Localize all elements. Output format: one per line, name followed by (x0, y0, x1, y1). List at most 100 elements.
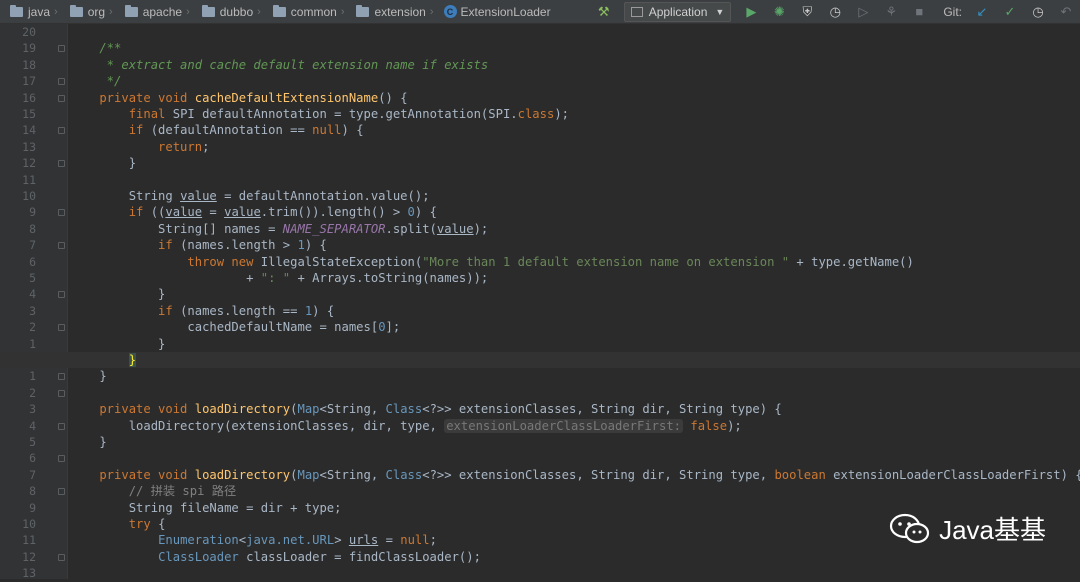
code-line[interactable]: 7 private void loadDirectory(Map<String,… (0, 467, 1080, 483)
code-line[interactable]: 9 if ((value = value.trim()).length() > … (0, 204, 1080, 220)
code-line[interactable]: 13 (0, 565, 1080, 581)
code-line[interactable]: 3 if (names.length == 1) { (0, 303, 1080, 319)
code-line[interactable]: 5 } (0, 434, 1080, 450)
breadcrumb-label: org (88, 5, 105, 19)
code-token: if (70, 238, 180, 252)
code-token: Map (297, 402, 319, 416)
code-line[interactable]: } (0, 352, 1080, 368)
code-line[interactable]: 7 if (names.length > 1) { (0, 237, 1080, 253)
code-token: <?>> extensionClasses, String dir, Strin… (422, 468, 774, 482)
code-token: java.net.URL (246, 533, 334, 547)
code-line[interactable]: 10 String value = defaultAnnotation.valu… (0, 188, 1080, 204)
breadcrumb-item-apache[interactable]: apache› (115, 0, 192, 24)
breadcrumb-label: extension (374, 5, 425, 19)
code-token: (names)); (422, 271, 488, 285)
git-history-icon[interactable]: ◷ (1024, 4, 1052, 20)
run-configuration-label: Application (649, 5, 708, 19)
line-number: 7 (0, 237, 36, 253)
code-line[interactable]: 16 private void cacheDefaultExtensionNam… (0, 90, 1080, 106)
code-token: "More than 1 default extension name on e… (422, 255, 789, 269)
code-token: ) { (342, 123, 364, 137)
stop-icon[interactable]: ■ (905, 4, 933, 19)
code-line[interactable]: 20 (0, 24, 1080, 40)
code-line[interactable]: 13 return; (0, 139, 1080, 155)
git-commit-icon[interactable]: ✓ (996, 4, 1024, 20)
run-icon[interactable]: ▶ (737, 4, 765, 20)
code-token: = (378, 533, 400, 547)
code-line[interactable]: 3 private void loadDirectory(Map<String,… (0, 401, 1080, 417)
code-token: toString (364, 271, 423, 285)
git-rollback-icon[interactable]: ↶ (1052, 4, 1080, 20)
run-configuration-select[interactable]: Application ▼ (624, 2, 732, 22)
application-icon (631, 7, 643, 17)
code-text: /** (70, 40, 121, 56)
line-number: 4 (0, 418, 36, 434)
code-token: { (158, 517, 165, 531)
debug-icon[interactable]: ✺ (765, 4, 793, 20)
chevron-down-icon: ▼ (715, 7, 724, 17)
run-disabled-icon[interactable]: ▷ (849, 4, 877, 20)
code-line[interactable]: 15 final SPI defaultAnnotation = type.ge… (0, 106, 1080, 122)
attach-debugger-icon[interactable]: ⚘ (877, 4, 905, 20)
code-line[interactable]: 17 */ (0, 73, 1080, 89)
code-token: urls (349, 533, 378, 547)
breadcrumb-item-class[interactable]: C ExtensionLoader (436, 0, 553, 24)
line-number: 18 (0, 57, 36, 73)
breadcrumb-item-common[interactable]: common› (263, 0, 347, 24)
code-token: } (70, 156, 136, 170)
breadcrumb-item-extension[interactable]: extension› (346, 0, 435, 24)
code-text: private void loadDirectory(Map<String, C… (70, 401, 782, 417)
code-line[interactable]: 1 } (0, 368, 1080, 384)
profile-icon[interactable]: ◷ (821, 4, 849, 20)
build-hammer-icon[interactable]: ⚒ (590, 4, 618, 20)
code-token: boolean (774, 468, 833, 482)
code-editor[interactable]: 2019 /**18 * extract and cache default e… (0, 24, 1080, 579)
code-line[interactable]: 11 (0, 172, 1080, 188)
code-line[interactable]: 6 (0, 450, 1080, 466)
breadcrumb-label: java (28, 5, 50, 19)
folder-icon (273, 7, 286, 17)
code-line[interactable]: 12 ClassLoader classLoader = findClassLo… (0, 549, 1080, 565)
code-line[interactable]: 2 cachedDefaultName = names[0]; (0, 319, 1080, 335)
breadcrumb-item-java[interactable]: java› (0, 0, 60, 24)
code-token: false (683, 419, 727, 433)
code-token: value (224, 205, 261, 219)
code-line[interactable]: 8 // 拼装 spi 路径 (0, 483, 1080, 499)
code-line[interactable]: 18 * extract and cache default extension… (0, 57, 1080, 73)
code-line[interactable]: 2 (0, 385, 1080, 401)
breadcrumb-item-dubbo[interactable]: dubbo› (192, 0, 263, 24)
code-token: if (70, 304, 180, 318)
coverage-icon[interactable]: ⛨ (793, 4, 821, 20)
code-token (70, 353, 129, 367)
code-token: ": " (261, 271, 290, 285)
code-line[interactable]: 5 + ": " + Arrays.toString(names)); (0, 270, 1080, 286)
code-token: /** (70, 41, 121, 55)
code-text: if (names.length == 1) { (70, 303, 334, 319)
code-line[interactable]: 6 throw new IllegalStateException("More … (0, 254, 1080, 270)
code-line[interactable]: 12 } (0, 155, 1080, 171)
code-token: // 拼装 spi 路径 (70, 484, 236, 498)
code-token: ); (727, 419, 742, 433)
code-token: final (70, 107, 173, 121)
code-line[interactable]: 4 loadDirectory(extensionClasses, dir, t… (0, 418, 1080, 434)
line-number: 12 (0, 155, 36, 171)
git-label: Git: (943, 5, 962, 19)
code-token: value (437, 222, 474, 236)
code-line[interactable]: 8 String[] names = NAME_SEPARATOR.split(… (0, 221, 1080, 237)
code-token: ]; (386, 320, 401, 334)
code-text: if (names.length > 1) { (70, 237, 327, 253)
code-line[interactable]: 1 } (0, 336, 1080, 352)
code-line[interactable]: 19 /** (0, 40, 1080, 56)
git-update-icon[interactable]: ↙ (968, 4, 996, 20)
line-number: 14 (0, 122, 36, 138)
code-token: loadDirectory(extensionClasses, dir, typ… (70, 419, 444, 433)
breadcrumb-item-org[interactable]: org› (60, 0, 115, 24)
code-line[interactable]: 4 } (0, 286, 1080, 302)
code-token: loadDirectory (195, 468, 290, 482)
code-token: null (312, 123, 341, 137)
code-text: try { (70, 516, 165, 532)
code-token: (defaultAnnotation == (151, 123, 312, 137)
code-token: (names. (180, 238, 231, 252)
code-line[interactable]: 14 if (defaultAnnotation == null) { (0, 122, 1080, 138)
breadcrumb-separator: › (341, 6, 345, 18)
